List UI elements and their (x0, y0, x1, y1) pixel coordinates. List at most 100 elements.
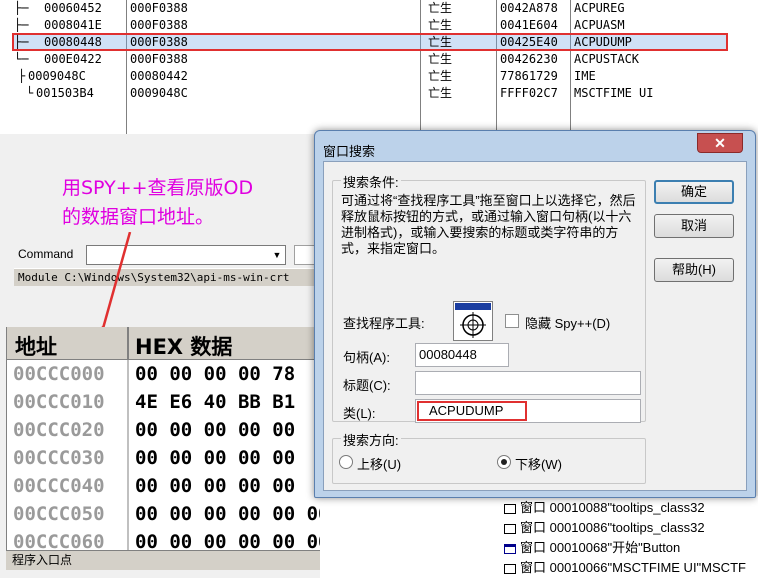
group-title: 搜索条件: (341, 172, 401, 191)
hex-address: 00CCC020 (13, 419, 105, 441)
search-down-label: 下移(W) (515, 457, 562, 472)
window-icon (504, 503, 516, 514)
criteria-description: 可通过将“查找程序工具”拖至窗口上以选择它，然后释放鼠标按钮的方式，或通过输入窗… (341, 193, 636, 256)
hex-address: 00CCC050 (13, 503, 105, 525)
tree-prefix: ├─ (14, 18, 29, 32)
hex-column-header[interactable]: HEX 数据 (135, 331, 232, 361)
hex-row[interactable]: 00CCC010 4E E6 40 BB B1 (7, 388, 320, 416)
window-proc: 00426230 (500, 52, 558, 66)
hex-row[interactable]: 00CCC040 00 00 00 00 00 (7, 472, 320, 500)
hex-address: 00CCC060 (13, 531, 105, 550)
window-list: ├─ 00060452 000F0388 亡生 0042A878 ACPUREG… (0, 0, 758, 134)
hex-dump-header: 地址 HEX 数据 (7, 327, 320, 360)
ok-button[interactable]: 确定 (654, 180, 734, 204)
group-title: 搜索方向: (341, 430, 401, 449)
help-button[interactable]: 帮助(H) (654, 258, 734, 282)
search-criteria-group: 搜索条件: 可通过将“查找程序工具”拖至窗口上以选择它，然后释放鼠标按钮的方式，… (332, 172, 646, 423)
hex-bytes: 00 00 00 00 00 (135, 419, 296, 441)
address-column-header[interactable]: 地址 (15, 331, 57, 361)
hex-dump-panel: 地址 HEX 数据 00CCC000 00 00 00 00 78 00CCC0… (6, 327, 320, 550)
tree-prefix: └─ (14, 52, 29, 66)
tree-item[interactable]: 窗口 00010068"开始"Button (458, 538, 758, 558)
tree-item[interactable]: 窗口 00010088"tooltips_class32 (458, 498, 758, 518)
cancel-button[interactable]: 取消 (654, 214, 734, 238)
arrow-line (100, 232, 132, 333)
parent-handle: 00080442 (130, 69, 188, 83)
window-list-row[interactable]: └─ 000E0422 000F0388 亡生 00426230 ACPUSTA… (0, 51, 758, 67)
tree-prefix: ├─ (14, 35, 29, 49)
tree-item[interactable]: 窗口 00010086"tooltips_class32 (458, 518, 758, 538)
window-handle: 0008041E (44, 18, 102, 32)
parent-handle: 0009048C (130, 86, 188, 100)
status-bar: 程序入口点 (6, 550, 320, 570)
tree-prefix: ├─ (14, 1, 29, 15)
hex-row[interactable]: 00CCC030 00 00 00 00 00 (7, 444, 320, 472)
parent-handle: 000F0388 (130, 52, 188, 66)
tree-prefix: └ (26, 86, 34, 100)
hex-address: 00CCC040 (13, 475, 105, 497)
title-input[interactable] (415, 371, 641, 395)
window-list-row-selected[interactable]: ├─ 00080448 000F0388 亡生 00425E40 ACPUDUM… (0, 34, 758, 50)
tree-item[interactable]: 窗口 00010066"MSCTFIME UI"MSCTF (458, 558, 758, 578)
hide-spy-label: 隐藏 Spy++(D) (525, 316, 611, 331)
parent-handle: 000F0388 (130, 35, 188, 49)
close-button[interactable]: ✕ (697, 133, 743, 153)
hex-row[interactable]: 00CCC020 00 00 00 00 00 (7, 416, 320, 444)
window-icon (504, 543, 516, 554)
hide-spy-checkbox[interactable] (505, 314, 519, 328)
header-divider[interactable] (127, 327, 129, 360)
annotation-text: 用SPY++查看原版OD 的数据窗口地址。 (62, 174, 322, 232)
window-list-row[interactable]: ├─ 0008041E 000F0388 亡生 0041E604 ACPUASM (0, 17, 758, 33)
window-class: ACPUASM (574, 18, 625, 32)
window-list-row[interactable]: └ 001503B4 0009048C 亡生 FFFF02C7 MSCTFIME… (0, 85, 758, 101)
window-proc: FFFF02C7 (500, 86, 558, 100)
command-label: Command (18, 247, 74, 261)
tree-item-label: 窗口 00010066"MSCTFIME UI"MSCTF (520, 560, 746, 575)
window-list-row[interactable]: ├ 0009048C 00080442 亡生 77861729 IME (0, 68, 758, 84)
class-highlight-box (417, 401, 527, 421)
search-up-label: 上移(U) (357, 457, 402, 472)
window-flag: 亡生 (428, 86, 453, 100)
search-down-radio[interactable] (497, 455, 511, 469)
dialog-title: 窗口搜索 (323, 144, 376, 159)
chevron-down-icon[interactable]: ▼ (269, 246, 285, 264)
hex-address: 00CCC000 (13, 363, 105, 385)
hex-row[interactable]: 00CCC050 00 00 00 00 00 00 00 (7, 500, 320, 528)
hex-row[interactable]: 00CCC000 00 00 00 00 78 (7, 360, 320, 388)
window-list-row[interactable]: ├─ 00060452 000F0388 亡生 0042A878 ACPUREG (0, 0, 758, 16)
parent-handle: 000F0388 (130, 1, 188, 15)
handle-input[interactable]: 00080448 (415, 343, 509, 367)
window-handle: 00080448 (44, 35, 102, 49)
tree-item-label: 窗口 00010086"tooltips_class32 (520, 520, 705, 535)
parent-handle: 000F0388 (130, 18, 188, 32)
window-proc: 77861729 (500, 69, 558, 83)
title-label: 标题(C): (343, 378, 391, 393)
dialog-body: 搜索条件: 可通过将“查找程序工具”拖至窗口上以选择它，然后释放鼠标按钮的方式，… (323, 161, 747, 491)
hex-bytes: 00 00 00 00 00 (135, 447, 296, 469)
class-label: 类(L): (343, 406, 376, 421)
command-bar: Command ▼ (8, 243, 324, 267)
window-class: MSCTFIME UI (574, 86, 654, 100)
window-proc: 0041E604 (500, 18, 558, 32)
hex-address: 00CCC030 (13, 447, 105, 469)
window-proc: 0042A878 (500, 1, 558, 15)
window-handle: 00060452 (44, 1, 102, 15)
hex-row[interactable]: 00CCC060 00 00 00 00 00 00 00 (7, 528, 320, 550)
window-handle: 001503B4 (36, 86, 94, 100)
hex-bytes: 00 00 00 00 00 00 00 (135, 531, 320, 550)
hex-address: 00CCC010 (13, 391, 105, 413)
search-up-radio[interactable] (339, 455, 353, 469)
annotation-line: 用SPY++查看原版OD (62, 177, 254, 199)
annotation-line: 的数据窗口地址。 (62, 206, 215, 228)
finder-tool[interactable] (453, 301, 493, 341)
window-proc: 00425E40 (500, 35, 558, 49)
window-class: ACPUSTACK (574, 52, 640, 66)
window-class: IME (574, 69, 596, 83)
window-icon (504, 563, 516, 574)
window-flag: 亡生 (428, 52, 453, 66)
tree-item-label: 窗口 00010088"tooltips_class32 (520, 500, 705, 515)
window-flag: 亡生 (428, 35, 453, 49)
hex-bytes: 00 00 00 00 00 (135, 475, 296, 497)
window-class: ACPUDUMP (574, 35, 632, 49)
window-tree: 窗口 00010088"tooltips_class32 窗口 00010086… (458, 496, 758, 578)
